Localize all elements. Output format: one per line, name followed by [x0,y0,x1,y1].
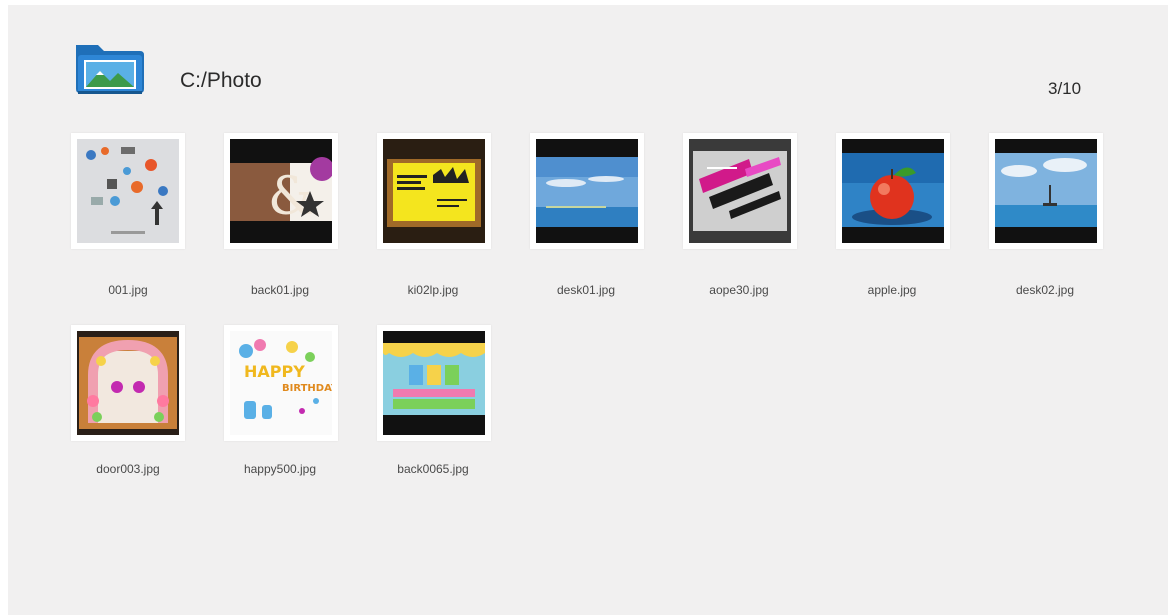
file-thumbnail[interactable] [377,325,491,441]
file-name[interactable]: apple.jpg [817,283,967,297]
file-name[interactable]: desk02.jpg [970,283,1120,297]
file-thumbnail[interactable] [683,133,797,249]
file-thumbnail[interactable]: & [224,133,338,249]
file-name[interactable]: happy500.jpg [205,462,355,476]
file-thumbnail[interactable] [989,133,1103,249]
file-name[interactable]: aope30.jpg [664,283,814,297]
file-name[interactable]: 001.jpg [53,283,203,297]
party-banner-image [383,331,485,435]
collage-image [689,139,791,243]
file-thumbnail[interactable]: HAPPY BIRTHDAY [224,325,338,441]
sea-horizon-image [536,139,638,243]
sea-boat-image [995,139,1097,243]
birthday-image: HAPPY BIRTHDAY [230,331,332,435]
apple-image [842,139,944,243]
file-thumbnail[interactable] [836,133,950,249]
yellow-card-image [383,139,485,243]
svg-text:HAPPY: HAPPY [244,362,305,381]
file-name[interactable]: back01.jpg [205,283,355,297]
current-path: C:/Photo [180,69,262,92]
infographic-image [77,139,179,243]
file-name[interactable]: door003.jpg [53,462,203,476]
file-name[interactable]: back0065.jpg [358,462,508,476]
file-thumbnail[interactable] [71,133,185,249]
balloon-arch-image [77,331,179,435]
svg-text:BIRTHDAY: BIRTHDAY [282,383,332,394]
file-browser-screen: C:/Photo 3/10 001.jpg & back01.jpg ki02l… [8,5,1168,615]
file-name[interactable]: desk01.jpg [511,283,661,297]
file-thumbnail[interactable] [530,133,644,249]
page-indicator: 3/10 [1048,79,1082,98]
photo-folder-icon [72,39,146,97]
ampersand-image: & [230,139,332,243]
svg-text:&: & [268,167,314,227]
file-thumbnail[interactable] [377,133,491,249]
file-thumbnail[interactable] [71,325,185,441]
file-name[interactable]: ki02lp.jpg [358,283,508,297]
